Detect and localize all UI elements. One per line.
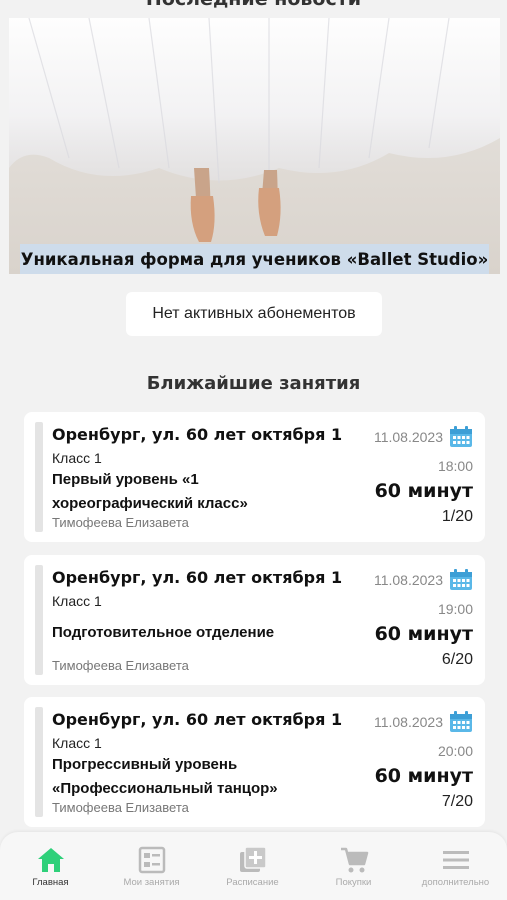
upcoming-lessons-title: Ближайшие занятия (146, 373, 361, 394)
nav-label: Главная (32, 877, 69, 888)
lesson-card[interactable]: Оренбург, ул. 60 лет октября 1 Класс 1 П… (24, 697, 485, 827)
lesson-date: 11.08.2023 (373, 572, 443, 588)
lesson-address: Оренбург, ул. 60 лет октября 1 (52, 710, 343, 729)
no-subscriptions-badge[interactable]: Нет активных абонементов (126, 292, 382, 336)
nav-label: Покупки (335, 877, 372, 888)
menu-icon (442, 851, 469, 869)
lesson-address: Оренбург, ул. 60 лет октября 1 (52, 568, 343, 587)
lesson-duration: 60 минут (374, 480, 473, 502)
news-caption: Уникальная форма для учеников «Ballet St… (20, 244, 489, 274)
nav-item-more[interactable]: дополнительно (405, 846, 506, 888)
nav-item-home[interactable]: Главная (0, 846, 101, 888)
calendar-icon[interactable] (449, 426, 473, 448)
calendar-icon[interactable] (449, 569, 473, 591)
lesson-class: Класс 1 (52, 593, 102, 609)
news-section-title: Последние новости (0, 0, 507, 10)
home-icon (37, 848, 64, 872)
bottom-navigation: Главная Мои занятия Расписание Покупки д… (0, 832, 507, 900)
lesson-card[interactable]: Оренбург, ул. 60 лет октября 1 Класс 1 П… (24, 412, 485, 542)
lesson-name: Прогрессивный уровень «Профессиональный … (52, 756, 278, 797)
lesson-duration: 60 минут (374, 765, 473, 787)
lesson-time: 20:00 (437, 743, 473, 759)
lesson-accent-bar (35, 422, 43, 532)
lesson-date: 11.08.2023 (373, 714, 443, 730)
lesson-duration: 60 минут (374, 623, 473, 645)
schedule-add-icon (239, 846, 267, 872)
news-image (9, 18, 500, 274)
lesson-attendance-count: 7/20 (441, 793, 473, 810)
my-lessons-icon (138, 846, 165, 874)
lesson-name: Первый уровень «1 хореографический класс… (52, 471, 248, 512)
lesson-time: 18:00 (437, 458, 473, 474)
lesson-accent-bar (35, 565, 43, 675)
lesson-time: 19:00 (437, 601, 473, 617)
lesson-class: Класс 1 (52, 735, 102, 751)
calendar-icon[interactable] (449, 711, 473, 733)
nav-label: дополнительно (421, 877, 490, 888)
news-card[interactable]: Уникальная форма для учеников «Ballet St… (9, 18, 500, 274)
lesson-attendance-count: 6/20 (441, 651, 473, 668)
nav-label: Расписание (226, 877, 279, 888)
lesson-name: Подготовительное отделение (52, 624, 275, 641)
nav-item-schedule[interactable]: Расписание (202, 846, 303, 888)
nav-item-my-lessons[interactable]: Мои занятия (101, 846, 202, 888)
lesson-class: Класс 1 (52, 450, 102, 466)
lesson-attendance-count: 1/20 (441, 508, 473, 525)
lesson-address: Оренбург, ул. 60 лет октября 1 (52, 425, 343, 444)
lesson-teacher: Тимофеева Елизавета (52, 515, 189, 530)
lesson-accent-bar (35, 707, 43, 817)
nav-label: Мои занятия (123, 877, 180, 888)
cart-icon (340, 847, 368, 873)
lesson-date: 11.08.2023 (373, 429, 443, 445)
lesson-card[interactable]: Оренбург, ул. 60 лет октября 1 Класс 1 П… (24, 555, 485, 685)
nav-item-purchases[interactable]: Покупки (303, 846, 404, 888)
lesson-teacher: Тимофеева Елизавета (52, 658, 189, 673)
lesson-teacher: Тимофеева Елизавета (52, 800, 189, 815)
